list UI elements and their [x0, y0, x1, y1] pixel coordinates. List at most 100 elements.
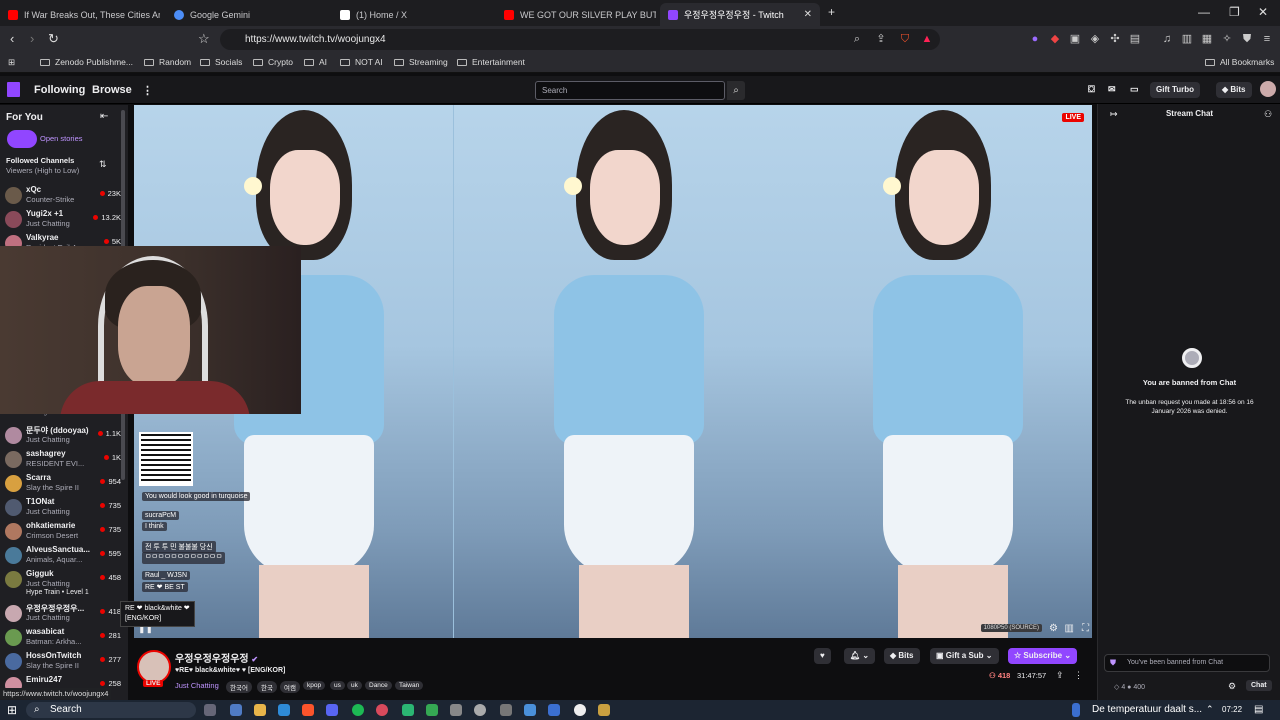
- tab-4[interactable]: WE GOT OUR SILVER PLAY BUTT: [496, 3, 656, 26]
- app-icon[interactable]: [548, 704, 560, 716]
- task-view-icon[interactable]: [204, 704, 216, 716]
- sidebar-channel[interactable]: Scarra Slay the Spire II 954: [5, 473, 123, 497]
- windows-start-icon[interactable]: ⊞: [7, 703, 17, 717]
- sidebar-channel[interactable]: Yugi2x +1 Just Chatting 13.2K: [5, 209, 123, 233]
- sidebar-channel[interactable]: AlveusSanctua... Animals, Aquar... 595: [5, 545, 123, 569]
- search-icon[interactable]: ⌕: [727, 81, 745, 100]
- close-window-icon[interactable]: ✕: [1258, 5, 1268, 19]
- extension-icon[interactable]: ▣: [1068, 32, 1082, 46]
- stories-avatars[interactable]: [7, 130, 37, 148]
- sidebar-channel[interactable]: sashagrey RESIDENT EVI... 1K: [5, 449, 123, 473]
- clock[interactable]: 07:22: [1222, 705, 1242, 714]
- notification-bell-icon[interactable]: 🔔︎ ⌄: [844, 648, 876, 664]
- tab-5-active[interactable]: 우정우정우정우정 - Twitch ✕: [660, 3, 820, 26]
- url-field[interactable]: https://www.twitch.tv/woojungx4: [220, 29, 940, 50]
- leo-ai-icon[interactable]: ✧: [1220, 32, 1234, 46]
- sidebar-channel[interactable]: 우정우정우정우... Just Chatting 418: [5, 603, 123, 627]
- more-menu-icon[interactable]: ⋮: [142, 84, 153, 97]
- tray-chevron-icon[interactable]: ⌃: [1206, 704, 1214, 715]
- vpn-icon[interactable]: ⛊: [1240, 32, 1254, 46]
- sort-icon[interactable]: ⇅: [99, 159, 107, 170]
- tag[interactable]: 한국: [257, 681, 277, 693]
- share-icon[interactable]: ⇪: [874, 32, 888, 46]
- fullscreen-icon[interactable]: ⛶: [1082, 623, 1089, 634]
- app-icon[interactable]: [500, 704, 512, 716]
- sidebar-channel[interactable]: ohkatiemarie Crimson Desert 735: [5, 521, 123, 545]
- chat-settings-icon[interactable]: ⚙: [1228, 681, 1236, 692]
- more-options-icon[interactable]: ⋮: [1074, 670, 1083, 681]
- zoom-icon[interactable]: ⌕: [850, 32, 864, 46]
- bookmark-not-ai[interactable]: NOT AI: [340, 57, 383, 67]
- tag[interactable]: us: [330, 681, 345, 690]
- extension-icon[interactable]: ▤: [1128, 32, 1142, 46]
- app-icon[interactable]: [278, 704, 290, 716]
- nav-browse[interactable]: Browse: [92, 84, 132, 96]
- twitch-logo-icon[interactable]: [7, 82, 20, 97]
- app-icon[interactable]: [574, 704, 586, 716]
- extension-icon[interactable]: ◈: [1088, 32, 1102, 46]
- search-input[interactable]: Search: [535, 81, 725, 100]
- bookmark-zenodo[interactable]: Zenodo Publishme...: [40, 57, 133, 67]
- brave-icon[interactable]: [302, 704, 314, 716]
- restore-icon[interactable]: ❐: [1229, 5, 1240, 19]
- gift-turbo-button[interactable]: Gift Turbo: [1150, 82, 1201, 98]
- tab-3[interactable]: (1) Home / X: [332, 3, 492, 26]
- close-tab-icon[interactable]: ✕: [804, 9, 812, 20]
- extension-icon[interactable]: ◆: [1048, 32, 1062, 46]
- users-icon[interactable]: ⚇: [1264, 109, 1272, 120]
- settings-icon[interactable]: ⚙: [1049, 623, 1058, 634]
- forward-icon[interactable]: ›: [30, 31, 34, 46]
- channel-name[interactable]: 우정우정우정우정 ✔: [175, 650, 258, 665]
- app-icon[interactable]: [230, 704, 242, 716]
- sidebar-channel[interactable]: xQc Counter-Strike 23K: [5, 185, 123, 209]
- tab-2[interactable]: Google Gemini: [166, 3, 326, 26]
- get-bits-button[interactable]: ◆ Bits: [1216, 82, 1252, 98]
- channel-avatar[interactable]: [137, 650, 171, 684]
- gift-sub-button[interactable]: ▣ Gift a Sub ⌄: [930, 648, 999, 664]
- sidebar-icon[interactable]: ▥: [1180, 32, 1194, 46]
- open-stories-link[interactable]: Open stories: [40, 134, 83, 143]
- app-icon[interactable]: [402, 704, 414, 716]
- inbox-icon[interactable]: ✉: [1108, 84, 1116, 95]
- apps-grid-icon[interactable]: ⊞: [8, 57, 15, 68]
- tag[interactable]: kpop: [303, 681, 326, 690]
- tag[interactable]: 여캠: [280, 681, 300, 693]
- puzzle-icon[interactable]: ✣: [1108, 32, 1122, 46]
- whispers-icon[interactable]: ▭: [1130, 84, 1139, 95]
- taskbar-search[interactable]: ⌕ Search: [26, 702, 196, 718]
- channel-points[interactable]: ◇ 4 ● 400: [1114, 683, 1145, 691]
- bookmark-ai[interactable]: AI: [304, 57, 327, 67]
- file-explorer-icon[interactable]: [254, 704, 266, 716]
- bits-button[interactable]: ◆ Bits: [884, 648, 920, 664]
- theatre-mode-icon[interactable]: ▥: [1065, 623, 1074, 634]
- prime-loot-icon[interactable]: ⛋: [1088, 84, 1095, 95]
- app-icon[interactable]: [450, 704, 462, 716]
- minimize-icon[interactable]: —: [1198, 5, 1210, 19]
- bookmark-random[interactable]: Random: [144, 57, 191, 67]
- sidebar-channel[interactable]: T1ONat Just Chatting 735: [5, 497, 123, 521]
- app-icon[interactable]: [426, 704, 438, 716]
- bookmark-star-icon[interactable]: ☆: [198, 31, 210, 47]
- extension-icon[interactable]: ●: [1028, 32, 1042, 46]
- menu-icon[interactable]: ≡: [1260, 32, 1274, 46]
- app-icon[interactable]: [524, 704, 536, 716]
- bookmark-entertainment[interactable]: Entertainment: [457, 57, 525, 67]
- avatar[interactable]: [1260, 81, 1276, 97]
- chat-input[interactable]: You've been banned from Chat: [1104, 654, 1270, 672]
- chat-button[interactable]: Chat: [1246, 680, 1272, 691]
- bookmark-socials[interactable]: Socials: [200, 57, 242, 67]
- brave-shield-icon[interactable]: ⛉: [898, 32, 912, 46]
- app-icon[interactable]: [376, 704, 388, 716]
- sidebar-channel[interactable]: wasabicat Batman: Arkha... 281: [5, 627, 123, 651]
- category-link[interactable]: Just Chatting: [175, 681, 219, 690]
- nav-following[interactable]: Following: [34, 84, 85, 96]
- tag[interactable]: 한국어: [226, 681, 252, 693]
- media-icon[interactable]: ♫: [1160, 32, 1174, 46]
- tag[interactable]: Taiwan: [395, 681, 424, 690]
- tab-1[interactable]: If War Breaks Out, These Cities Are in: [0, 3, 160, 26]
- bookmark-crypto[interactable]: Crypto: [253, 57, 293, 67]
- sidebar-channel[interactable]: 문두야 (ddooyaa) Just Chatting 1.1K: [5, 425, 123, 449]
- wallet-icon[interactable]: ▦: [1200, 32, 1214, 46]
- new-tab-button[interactable]: +: [828, 5, 835, 19]
- spotify-icon[interactable]: [352, 704, 364, 716]
